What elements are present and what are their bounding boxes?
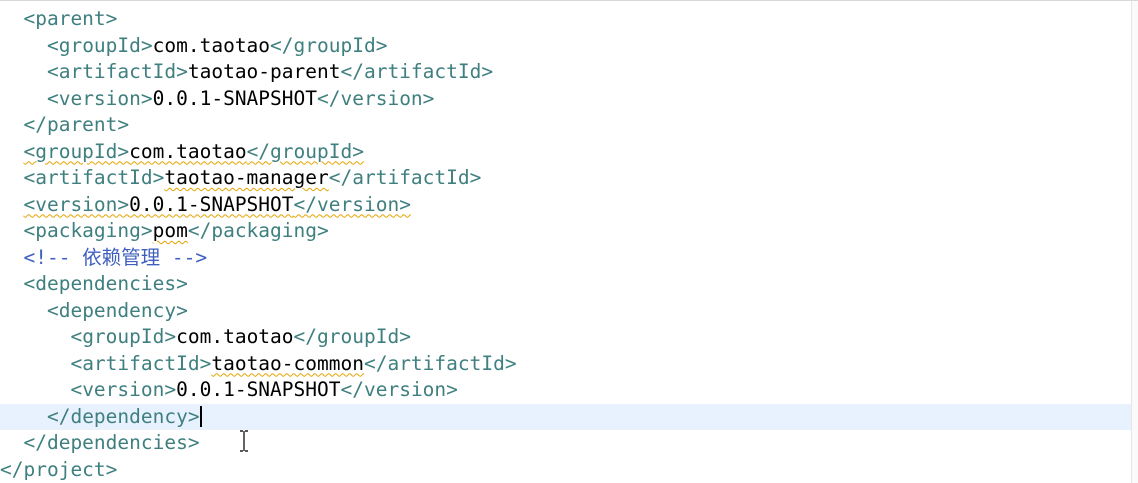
xml-text-value: pom bbox=[152, 219, 188, 242]
text-ibeam-icon bbox=[239, 430, 249, 452]
xml-text-value: taotao-parent bbox=[187, 60, 341, 83]
xml-open-tag: <packaging> bbox=[23, 219, 153, 242]
code-line: <parent> bbox=[0, 6, 1132, 33]
xml-text-value: com.taotao bbox=[129, 139, 247, 163]
xml-close-tag: </artifactId> bbox=[363, 351, 517, 375]
current-code-line[interactable]: </dependency> bbox=[0, 403, 1132, 430]
code-line: </parent> bbox=[0, 112, 1132, 139]
xml-tag: </project> bbox=[0, 457, 118, 481]
code-line: <!-- 依赖管理 --> bbox=[0, 245, 1132, 272]
code-line: <version>0.0.1-SNAPSHOT</version> bbox=[0, 86, 1132, 113]
code-line: <groupId>com.taotao</groupId> bbox=[0, 139, 1132, 166]
xml-editor[interactable]: <parent> <groupId>com.taotao</groupId> <… bbox=[0, 0, 1138, 483]
xml-close-tag: </version> bbox=[317, 86, 435, 110]
xml-text-value: 0.0.1-SNAPSHOT bbox=[152, 86, 318, 110]
xml-text-value: taotao-manager bbox=[164, 166, 329, 189]
xml-tag: </dependency> bbox=[46, 404, 200, 428]
code-line: </dependencies> bbox=[0, 430, 1132, 457]
code-line: <dependencies> bbox=[0, 271, 1132, 298]
xml-text-value: com.taotao bbox=[152, 33, 271, 57]
xml-text-value: 0.0.1-SNAPSHOT bbox=[129, 192, 294, 216]
xml-open-tag: <artifactId> bbox=[70, 351, 212, 375]
xml-tag: </dependencies> bbox=[23, 431, 200, 454]
xml-close-tag: </artifactId> bbox=[340, 60, 494, 83]
xml-comment: <!-- 依赖管理 --> bbox=[23, 245, 208, 269]
xml-open-tag: <version> bbox=[46, 86, 153, 110]
xml-open-tag: <artifactId> bbox=[46, 60, 188, 83]
code-line: <version>0.0.1-SNAPSHOT</version> bbox=[0, 377, 1132, 404]
code-line: <artifactId>taotao-common</artifactId> bbox=[0, 351, 1132, 378]
text-caret bbox=[199, 405, 202, 427]
code-line: </project> bbox=[0, 457, 1132, 483]
xml-text-value: 0.0.1-SNAPSHOT bbox=[176, 378, 341, 401]
xml-close-tag: </packaging> bbox=[187, 219, 329, 242]
xml-open-tag: <version> bbox=[70, 378, 177, 401]
code-line: <artifactId>taotao-parent</artifactId> bbox=[0, 59, 1132, 86]
code-line: <artifactId>taotao-manager</artifactId> bbox=[0, 165, 1132, 192]
xml-text-value: taotao-common bbox=[211, 351, 364, 375]
xml-close-tag: </version> bbox=[293, 192, 411, 216]
xml-tag: </parent> bbox=[23, 113, 130, 136]
code-line: <groupId>com.taotao</groupId> bbox=[0, 33, 1132, 60]
xml-open-tag: <artifactId> bbox=[23, 166, 165, 189]
xml-close-tag: </groupId> bbox=[270, 33, 388, 57]
xml-text-value: com.taotao bbox=[176, 325, 294, 348]
xml-open-tag: <groupId> bbox=[70, 325, 177, 348]
xml-close-tag: </version> bbox=[340, 378, 458, 401]
code-line: <version>0.0.1-SNAPSHOT</version> bbox=[0, 192, 1132, 219]
code-line: <dependency> bbox=[0, 298, 1132, 325]
xml-tag: <dependency> bbox=[46, 298, 188, 322]
code-line: <groupId>com.taotao</groupId> bbox=[0, 324, 1132, 351]
vertical-scrollbar[interactable] bbox=[1131, 1, 1138, 483]
xml-open-tag: <version> bbox=[23, 192, 130, 216]
xml-tag: <dependencies> bbox=[23, 272, 188, 295]
xml-tag: <parent> bbox=[23, 7, 118, 30]
xml-open-tag: <groupId> bbox=[23, 139, 130, 163]
code-line: <packaging>pom</packaging> bbox=[0, 218, 1132, 245]
xml-close-tag: </groupId> bbox=[293, 325, 411, 348]
xml-close-tag: </artifactId> bbox=[328, 166, 482, 189]
xml-open-tag: <groupId> bbox=[46, 33, 153, 57]
xml-close-tag: </groupId> bbox=[246, 139, 364, 163]
